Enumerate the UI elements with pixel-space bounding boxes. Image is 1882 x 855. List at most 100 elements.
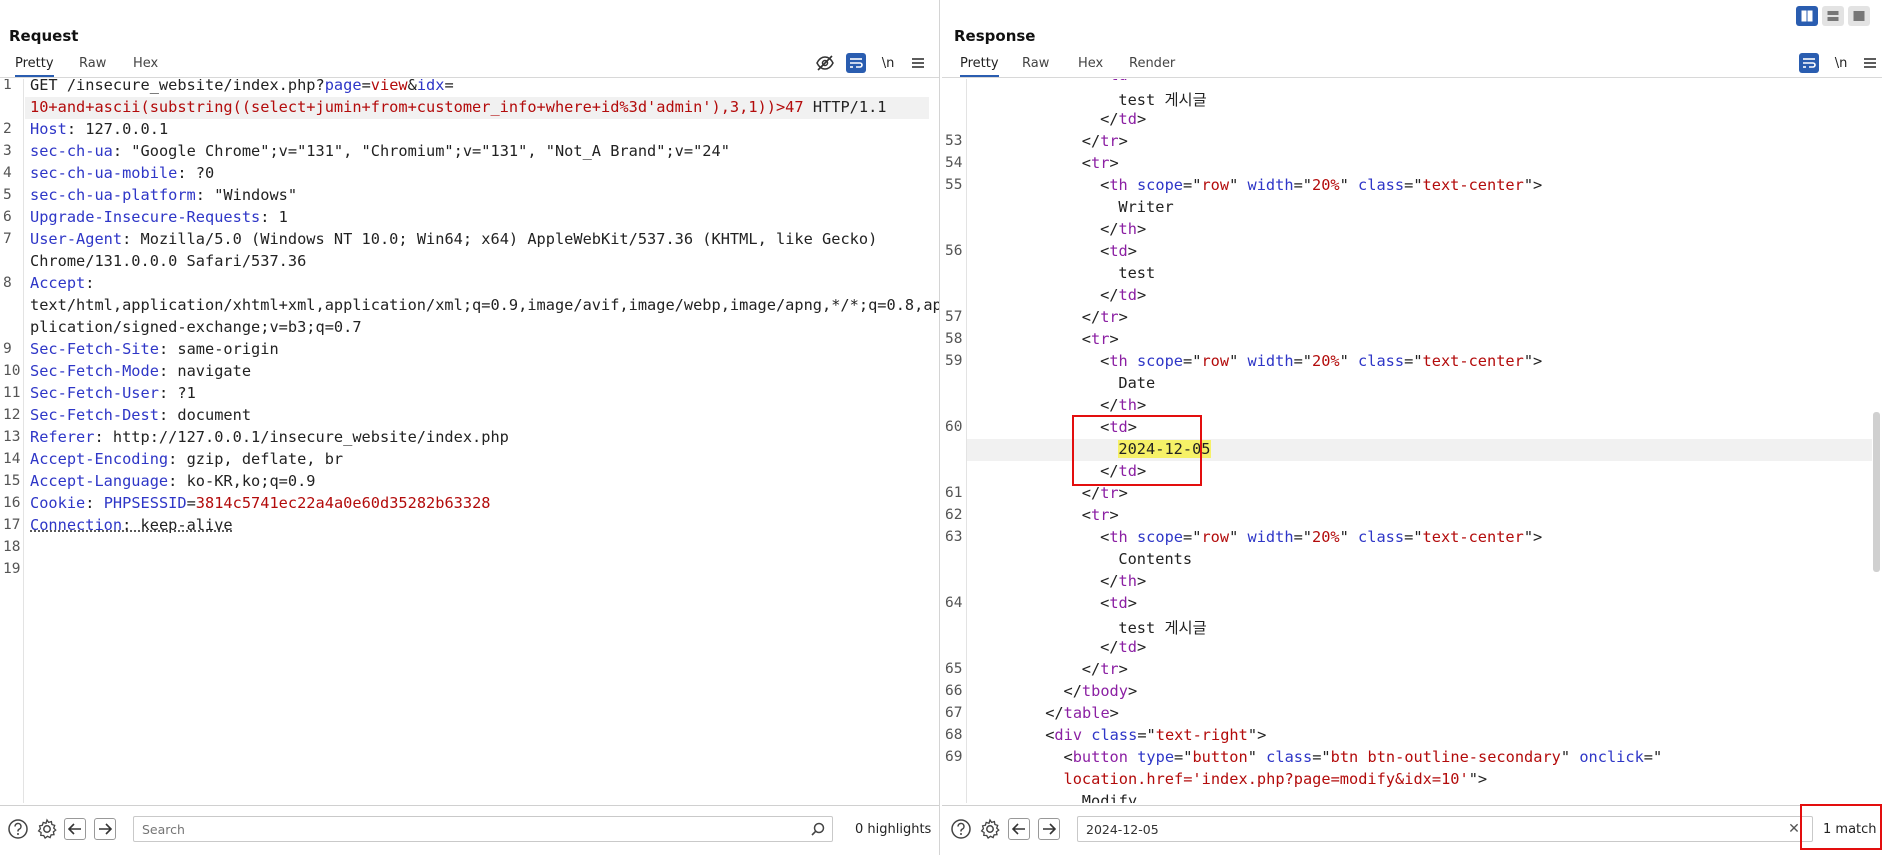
code-line[interactable]: location.href='index.php?page=modify&idx… bbox=[1064, 770, 1488, 788]
search-icon[interactable] bbox=[808, 819, 828, 839]
code-line[interactable]: </tr> bbox=[1082, 308, 1128, 326]
menu-icon[interactable] bbox=[908, 53, 928, 73]
code-line[interactable]: <button type="button" class="btn btn-out… bbox=[1064, 748, 1663, 766]
code-line[interactable]: Upgrade-Insecure-Requests: 1 bbox=[30, 208, 288, 226]
code-line[interactable]: plication/signed-exchange;v=b3;q=0.7 bbox=[30, 318, 362, 336]
code-line[interactable]: 10+and+ascii(substring((select+jumin+fro… bbox=[30, 98, 887, 116]
code-line[interactable]: </th> bbox=[1100, 572, 1146, 590]
code-line[interactable]: </th> bbox=[1100, 220, 1146, 238]
layout-switcher bbox=[1796, 6, 1870, 26]
code-line[interactable]: Connection: keep-alive bbox=[30, 516, 233, 534]
settings-icon[interactable] bbox=[978, 817, 1002, 841]
code-line[interactable]: Contents bbox=[1118, 550, 1192, 568]
settings-icon[interactable] bbox=[35, 817, 59, 841]
code-token: test bbox=[1118, 264, 1156, 282]
code-line[interactable]: <td> bbox=[1100, 594, 1137, 612]
code-line[interactable]: <th scope="row" width="20%" class="text-… bbox=[1100, 352, 1542, 370]
code-line[interactable]: Sec-Fetch-Dest: document bbox=[30, 406, 251, 424]
code-token: row bbox=[1201, 528, 1230, 546]
next-arrow-icon[interactable] bbox=[94, 818, 116, 840]
tab-raw[interactable]: Raw bbox=[1022, 56, 1049, 71]
code-line[interactable]: <div class="text-right"> bbox=[1045, 726, 1266, 744]
code-line[interactable]: </table> bbox=[1045, 704, 1119, 722]
next-arrow-icon[interactable] bbox=[1038, 818, 1060, 840]
code-token: =" bbox=[1404, 528, 1423, 546]
tab-pretty[interactable]: Pretty bbox=[960, 56, 999, 77]
tabbed-layout-icon[interactable] bbox=[1848, 6, 1870, 26]
tab-render[interactable]: Render bbox=[1129, 56, 1175, 71]
code-token: > bbox=[1109, 330, 1119, 348]
code-token: </ bbox=[1100, 286, 1119, 304]
help-icon[interactable] bbox=[6, 817, 30, 841]
tab-hex[interactable]: Hex bbox=[1078, 56, 1103, 71]
code-line[interactable]: GET /insecure_website/index.php?page=vie… bbox=[30, 79, 454, 94]
code-line[interactable]: <td> bbox=[1100, 79, 1137, 84]
code-token: > bbox=[1109, 506, 1119, 524]
code-token: : http://127.0.0.1/insecure_website/inde… bbox=[94, 428, 509, 446]
code-line[interactable]: Sec-Fetch-Site: same-origin bbox=[30, 340, 279, 358]
code-token: : bbox=[85, 494, 104, 512]
code-line[interactable]: Date bbox=[1118, 374, 1155, 392]
code-line[interactable]: text/html,application/xhtml+xml,applicat… bbox=[30, 296, 939, 314]
newline-toggle[interactable]: \n bbox=[1830, 53, 1852, 73]
prev-arrow-icon[interactable] bbox=[1008, 818, 1030, 840]
code-line[interactable]: Host: 127.0.0.1 bbox=[30, 120, 168, 138]
code-line[interactable]: Sec-Fetch-Mode: navigate bbox=[30, 362, 251, 380]
code-line[interactable]: test 게시글 bbox=[1118, 616, 1206, 638]
code-line[interactable]: sec-ch-ua: "Google Chrome";v="131", "Chr… bbox=[30, 142, 730, 160]
code-token: class bbox=[1358, 176, 1405, 194]
line-number: 17 bbox=[3, 517, 21, 533]
code-token: 20% bbox=[1311, 528, 1340, 546]
tab-pretty[interactable]: Pretty bbox=[15, 56, 54, 77]
tab-raw[interactable]: Raw bbox=[79, 56, 106, 71]
code-line[interactable]: Writer bbox=[1118, 198, 1173, 216]
code-line[interactable]: test bbox=[1118, 264, 1155, 282]
code-line[interactable]: <th scope="row" width="20%" class="text-… bbox=[1100, 176, 1542, 194]
code-line[interactable]: sec-ch-ua-mobile: ?0 bbox=[30, 164, 214, 182]
help-icon[interactable] bbox=[949, 817, 973, 841]
request-search-input[interactable] bbox=[133, 816, 833, 842]
code-token: text-center bbox=[1422, 528, 1524, 546]
code-line[interactable]: Modify bbox=[1082, 792, 1137, 803]
code-line[interactable]: Accept: bbox=[30, 274, 94, 292]
code-line[interactable]: </td> bbox=[1100, 638, 1146, 656]
code-token: " bbox=[1247, 748, 1267, 766]
code-line[interactable]: Referer: http://127.0.0.1/insecure_websi… bbox=[30, 428, 509, 446]
stacked-layout-icon[interactable] bbox=[1822, 6, 1844, 26]
code-token: sec-ch-ua bbox=[30, 142, 113, 160]
code-line[interactable]: Sec-Fetch-User: ?1 bbox=[30, 384, 196, 402]
menu-icon[interactable] bbox=[1860, 53, 1880, 73]
code-line[interactable]: </tr> bbox=[1082, 660, 1128, 678]
tab-hex[interactable]: Hex bbox=[133, 56, 158, 71]
code-line[interactable]: </td> bbox=[1100, 286, 1146, 304]
code-line[interactable]: test 게시글 bbox=[1118, 88, 1206, 110]
line-number: 12 bbox=[3, 407, 21, 423]
code-line[interactable]: Cookie: PHPSESSID=3814c5741ec22a4a0e60d3… bbox=[30, 494, 491, 512]
code-line[interactable]: <tr> bbox=[1082, 154, 1119, 172]
wrap-lines-icon[interactable] bbox=[1799, 53, 1819, 73]
response-search-input[interactable] bbox=[1077, 816, 1813, 842]
wrap-lines-icon[interactable] bbox=[846, 53, 866, 73]
code-line[interactable]: sec-ch-ua-platform: "Windows" bbox=[30, 186, 297, 204]
code-line[interactable]: Accept-Encoding: gzip, deflate, br bbox=[30, 450, 343, 468]
code-line[interactable]: Chrome/131.0.0.0 Safari/537.36 bbox=[30, 252, 306, 270]
code-line[interactable]: </tbody> bbox=[1064, 682, 1138, 700]
code-line[interactable]: </td> bbox=[1100, 110, 1146, 128]
hide-icon[interactable] bbox=[814, 53, 836, 73]
vertical-scrollbar[interactable] bbox=[1873, 412, 1880, 572]
code-token: th bbox=[1118, 220, 1137, 238]
code-token: test 게시글 bbox=[1118, 619, 1207, 637]
prev-arrow-icon[interactable] bbox=[64, 818, 86, 840]
request-editor[interactable]: 1 GET /insecure_website/index.php?page=vi… bbox=[0, 79, 939, 803]
code-line[interactable]: <td> bbox=[1100, 242, 1137, 260]
code-line[interactable]: <tr> bbox=[1082, 330, 1119, 348]
code-line[interactable]: </tr> bbox=[1082, 484, 1128, 502]
code-line[interactable]: Accept-Language: ko-KR,ko;q=0.9 bbox=[30, 472, 316, 490]
code-line[interactable]: User-Agent: Mozilla/5.0 (Windows NT 10.0… bbox=[30, 230, 877, 248]
side-by-side-layout-icon[interactable] bbox=[1796, 6, 1818, 26]
code-line[interactable]: </th> bbox=[1100, 396, 1146, 414]
code-line[interactable]: </tr> bbox=[1082, 132, 1128, 150]
code-line[interactable]: <tr> bbox=[1082, 506, 1119, 524]
newline-toggle[interactable]: \n bbox=[877, 53, 899, 73]
code-line[interactable]: <th scope="row" width="20%" class="text-… bbox=[1100, 528, 1542, 546]
